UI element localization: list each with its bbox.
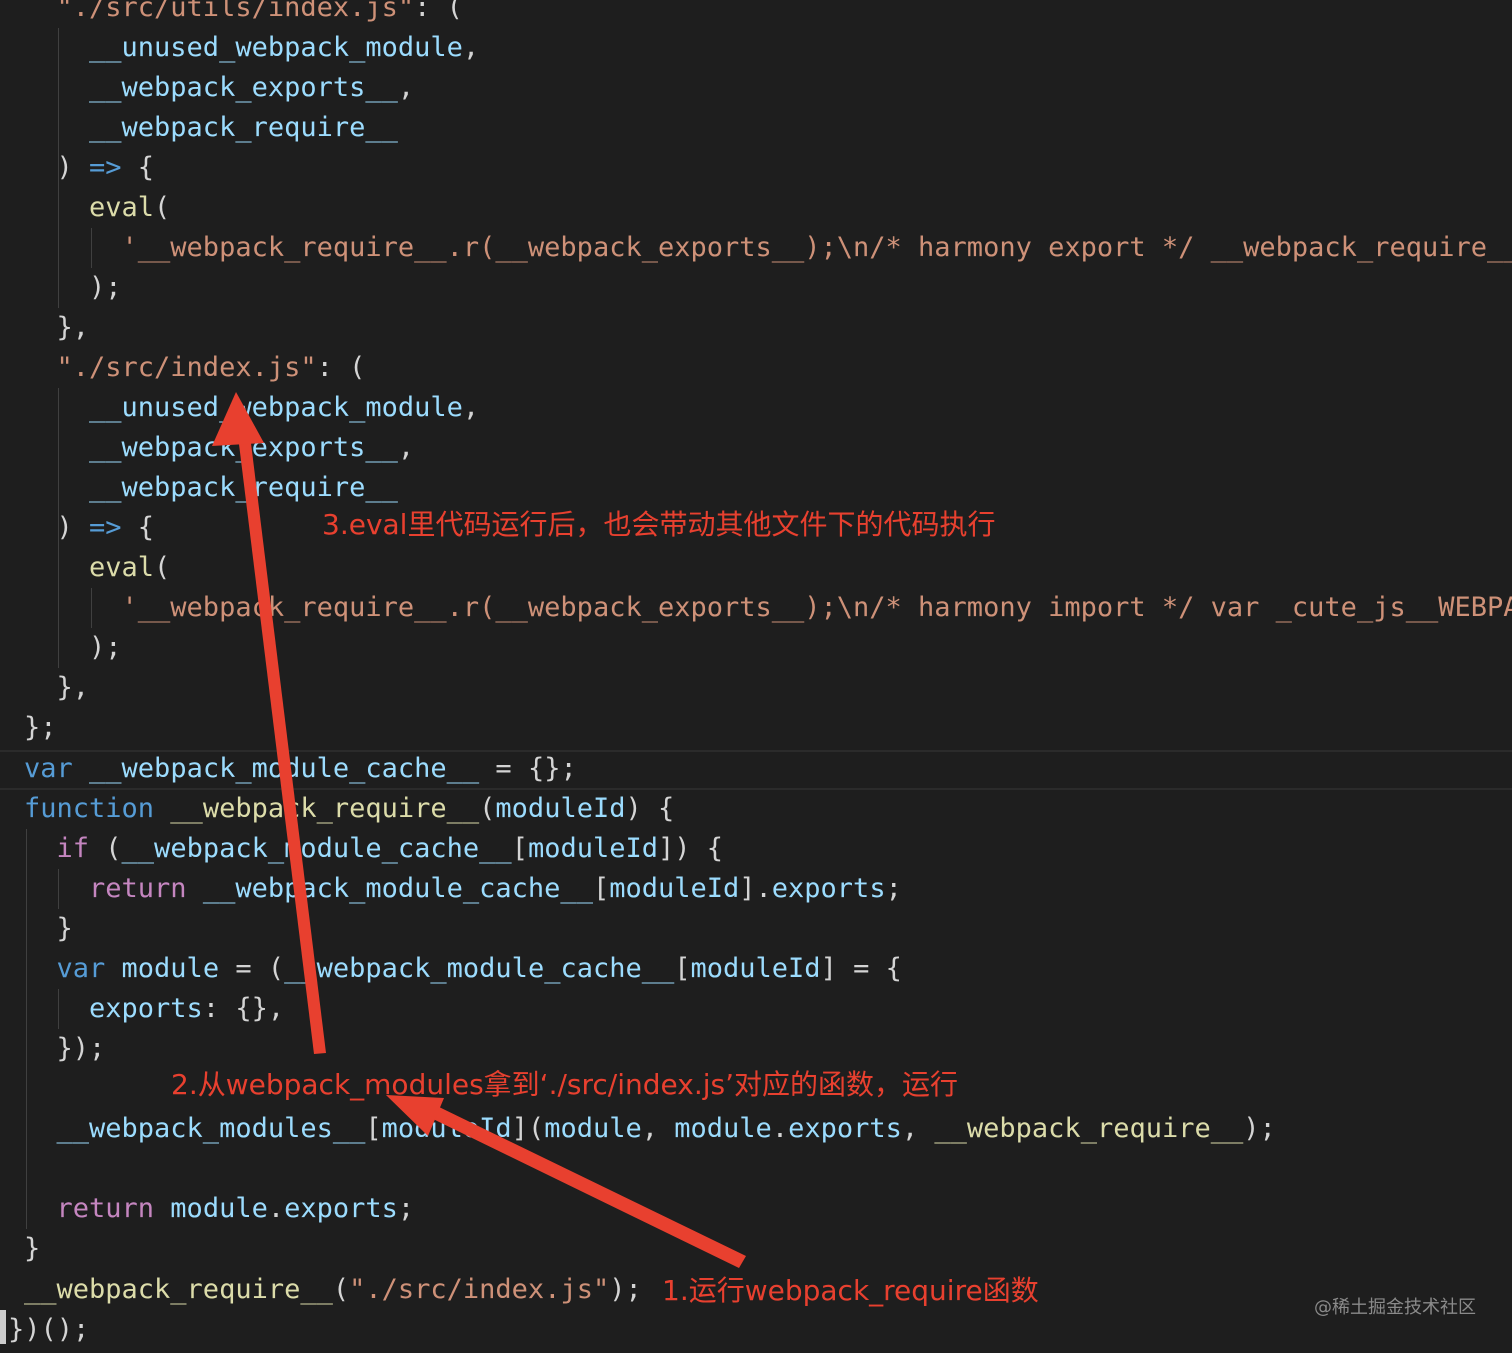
watermark: @稀土掘金技术社区 xyxy=(1314,1297,1476,1318)
arrow-3-head xyxy=(212,392,264,446)
arrow-3-shaft xyxy=(238,435,326,1054)
annotation-step-1: 1.运行webpack_require函数 xyxy=(662,1274,1039,1307)
annotation-step-2: 2.从webpack_modules拿到‘./src/index.js’对应的函… xyxy=(171,1068,958,1101)
annotation-step-3: 3.eval里代码运行后，也会带动其他文件下的代码执行 xyxy=(322,508,996,541)
annotation-arrows xyxy=(212,392,746,1268)
code-editor[interactable]: "./src/utils/index.js": ( __unused_webpa… xyxy=(0,0,1512,1353)
arrow-1-shaft xyxy=(431,1106,746,1268)
